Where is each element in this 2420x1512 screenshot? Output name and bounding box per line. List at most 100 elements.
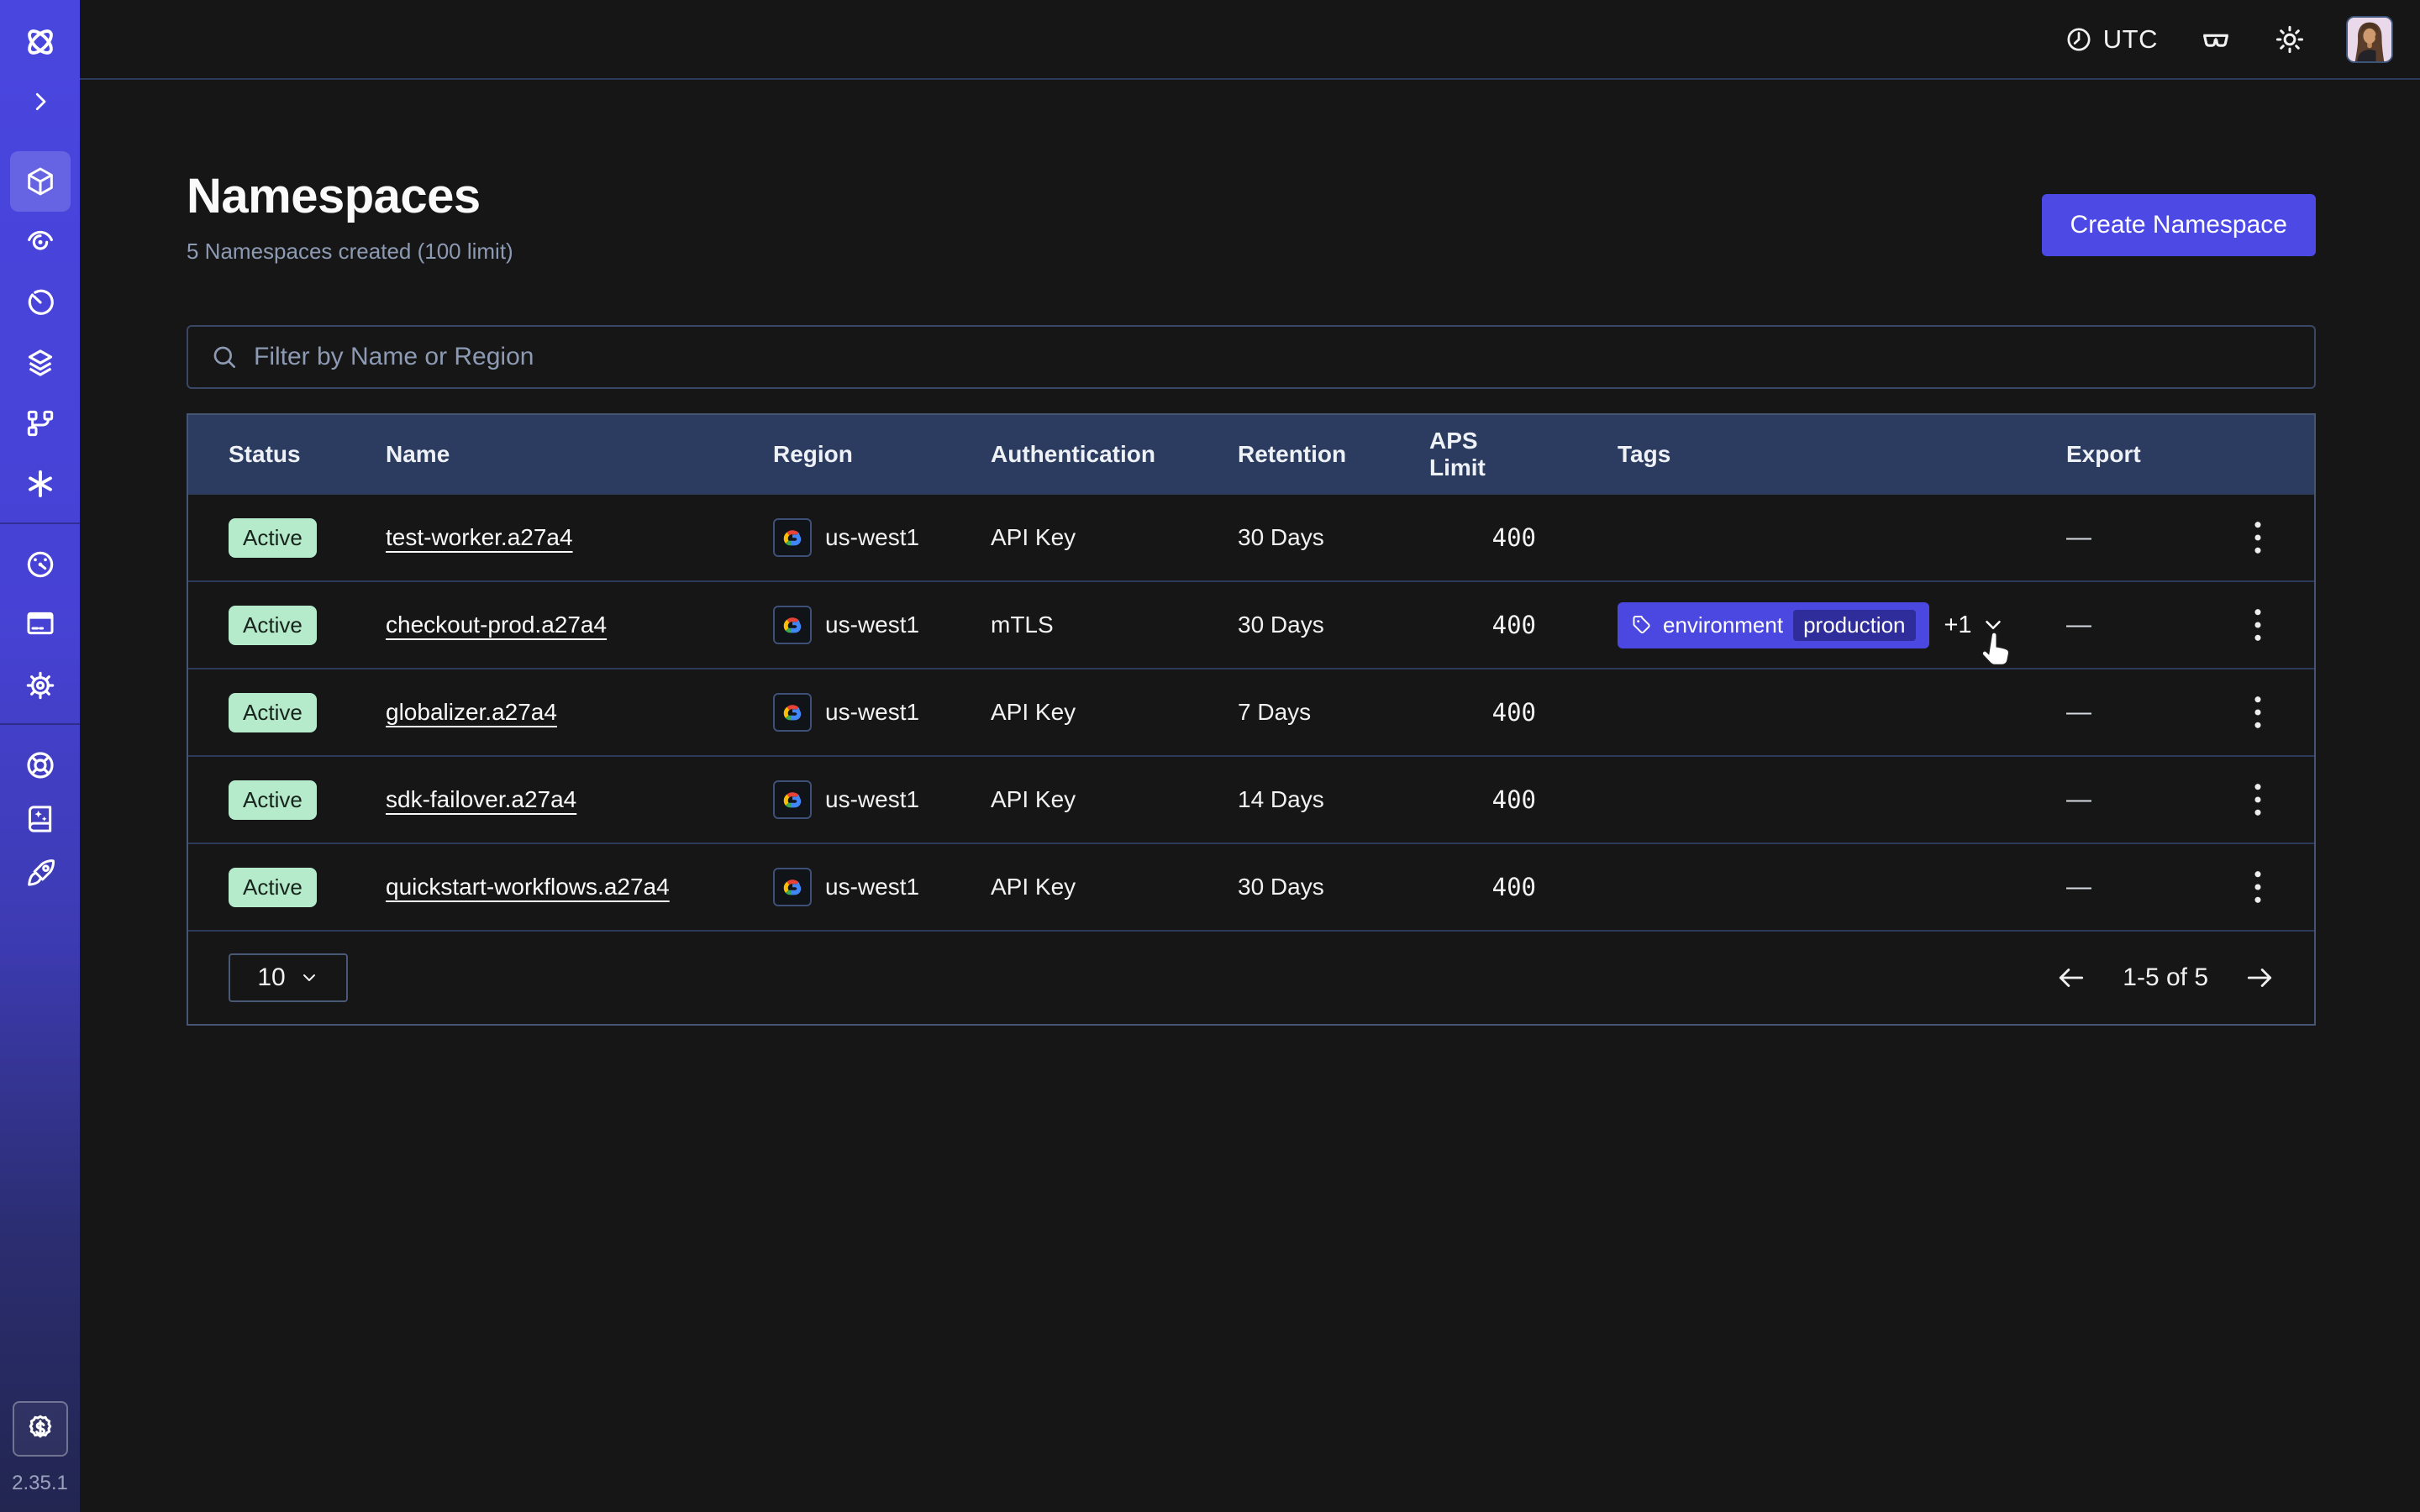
rocket-icon [24,857,57,890]
kebab-icon [2254,608,2262,642]
row-actions-menu[interactable] [2233,862,2283,912]
retention-value: 14 Days [1238,786,1429,813]
asterisk-icon [24,467,57,501]
spiral-eye-icon [24,225,57,259]
aps-limit-value: 400 [1429,698,1536,727]
dollar-badge-icon [24,1412,57,1446]
previous-page-button[interactable] [2055,962,2087,994]
page-size-value: 10 [257,963,285,992]
sidebar-item-getting-started[interactable] [10,843,71,904]
app-version: 2.35.1 [0,1472,80,1495]
column-header-authentication: Authentication [991,441,1238,468]
theme-toggle-button[interactable] [2274,24,2306,55]
user-avatar[interactable] [2346,16,2393,63]
tag-value: production [1793,610,1915,641]
table-row: Active globalizer.a27a4 us-west1 API Key… [188,668,2314,755]
kebab-icon [2254,696,2262,729]
aps-limit-value: 400 [1429,611,1536,639]
tag-key: environment [1663,612,1783,638]
row-actions-menu[interactable] [2233,774,2283,825]
export-value: — [2066,785,2091,814]
temporal-logo-icon [21,23,60,61]
sidebar-divider [0,522,80,524]
pager-controls: 1-5 of 5 [2055,962,2275,994]
timezone-selector[interactable]: UTC [2065,24,2158,55]
sidebar-item-namespaces[interactable] [10,151,71,212]
namespace-link[interactable]: checkout-prod.a27a4 [386,612,607,638]
tags-expand-button[interactable] [1981,612,2006,638]
sun-icon [2274,24,2306,55]
pager-range: 1-5 of 5 [2123,963,2208,992]
chevron-down-icon [299,968,319,988]
retention-value: 30 Days [1238,612,1429,638]
row-actions-menu[interactable] [2233,512,2283,563]
sidebar-item-batch-operations[interactable] [10,454,71,514]
namespace-link[interactable]: sdk-failover.a27a4 [386,786,576,813]
filter-bar [187,325,2316,389]
sidebar-item-support[interactable] [10,735,71,795]
sidebar-expand-button[interactable] [17,78,64,125]
namespace-link[interactable]: globalizer.a27a4 [386,699,557,726]
kebab-icon [2254,870,2262,904]
search-icon [210,343,239,371]
export-value: — [2066,873,2091,901]
export-value: — [2066,611,2091,639]
aps-limit-value: 400 [1429,785,1536,814]
filter-input[interactable] [254,343,2314,371]
auth-value: API Key [991,699,1238,726]
region-label: us-west1 [825,874,919,900]
page-subtitle: 5 Namespaces created (100 limit) [187,239,513,265]
cube-icon [24,165,57,198]
gcp-region-icon [773,518,812,557]
tag-badge[interactable]: environment production [1618,602,1929,648]
sidebar-item-schedules[interactable] [10,272,71,333]
credits-button[interactable] [13,1401,68,1457]
gauge-icon [24,548,57,581]
sidebar-item-docs[interactable] [10,789,71,849]
sidebar-item-usage[interactable] [10,534,71,595]
namespace-link[interactable]: quickstart-workflows.a27a4 [386,874,670,900]
export-value: — [2066,698,2091,727]
next-page-button[interactable] [2244,962,2275,994]
aps-limit-value: 400 [1429,523,1536,552]
labs-toggle-button[interactable] [2198,22,2233,57]
table-row: Active checkout-prod.a27a4 us-west1 mTLS… [188,580,2314,668]
column-header-retention: Retention [1238,441,1429,468]
sidebar-item-settings[interactable] [10,655,71,716]
chevron-down-icon [1981,612,2006,638]
clock-icon [2065,25,2093,54]
tags-cell: environment production +1 [1536,602,2066,648]
layers-icon [24,346,57,380]
kebab-icon [2254,783,2262,816]
column-header-export: Export [2066,441,2202,468]
region-label: us-west1 [825,786,919,813]
branch-icon [24,407,57,440]
table-row: Active quickstart-workflows.a27a4 us-wes… [188,843,2314,930]
sidebar-item-deployments[interactable] [10,393,71,454]
auth-value: API Key [991,874,1238,900]
status-badge: Active [229,518,317,558]
gcp-region-icon [773,606,812,644]
row-actions-menu[interactable] [2233,687,2283,738]
create-namespace-button[interactable]: Create Namespace [2042,194,2316,256]
export-value: — [2066,523,2091,552]
gcp-region-icon [773,780,812,819]
status-badge: Active [229,606,317,645]
tag-more-count: +1 [1944,612,1972,639]
temporal-logo[interactable] [13,15,67,69]
sidebar-item-nexus[interactable] [10,333,71,393]
page-title: Namespaces [187,168,481,224]
namespace-link[interactable]: test-worker.a27a4 [386,524,573,551]
timezone-label: UTC [2103,24,2158,55]
row-actions-menu[interactable] [2233,600,2283,650]
table-row: Active test-worker.a27a4 us-west1 API Ke… [188,493,2314,580]
chevron-right-icon [28,89,53,114]
sidebar-item-insights[interactable] [10,212,71,272]
page-size-select[interactable]: 10 [229,953,348,1002]
sidebar: 2.35.1 [0,0,80,1512]
timer-icon [24,286,57,319]
avatar-image [2348,18,2391,61]
column-header-status: Status [188,441,386,468]
sidebar-item-billing[interactable] [10,593,71,654]
retention-value: 30 Days [1238,874,1429,900]
